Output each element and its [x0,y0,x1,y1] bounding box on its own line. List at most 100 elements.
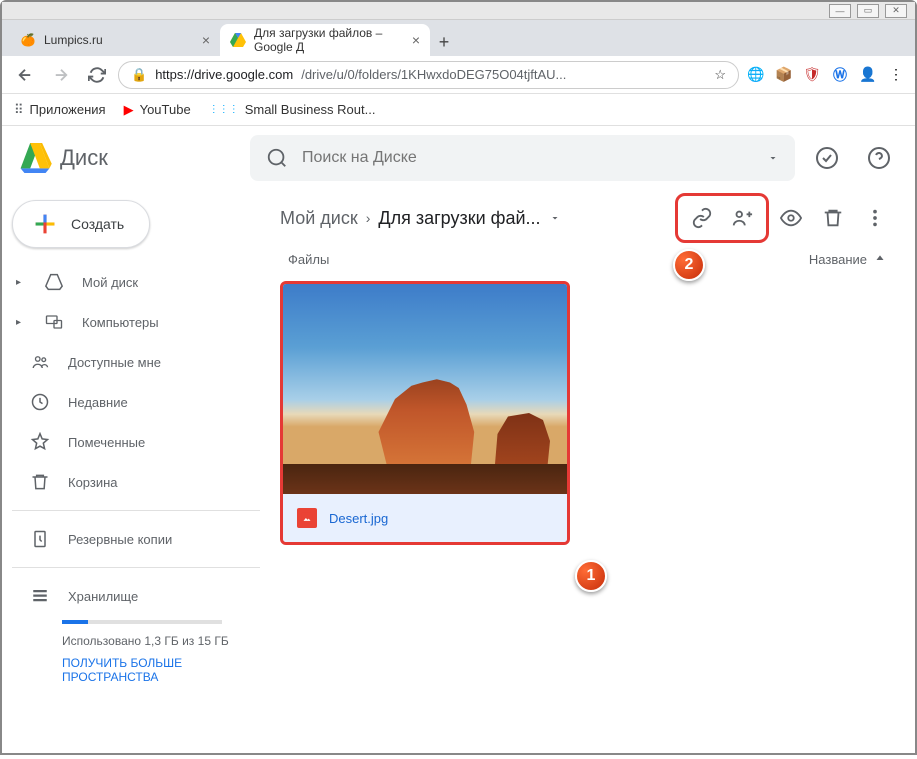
file-action-toolbar [675,193,895,243]
file-card-desert[interactable]: Desert.jpg [280,281,570,545]
extension-cube-icon[interactable]: 📦 [773,64,795,86]
shared-icon [30,353,50,371]
sidebar-item-shared[interactable]: Доступные мне [12,342,260,382]
window-close-button[interactable]: ✕ [885,4,907,18]
window-maximize-button[interactable]: ▭ [857,4,879,18]
help-icon[interactable] [859,138,899,178]
profile-avatar[interactable]: 👤 [857,64,879,86]
expand-arrow-icon[interactable]: ▸ [16,317,26,328]
sort-control[interactable]: Название [809,252,887,267]
annotation-badge-1: 1 [575,560,607,592]
sidebar-item-label: Мой диск [82,275,138,290]
tab-title: Lumpics.ru [44,33,103,47]
sidebar-item-starred[interactable]: Помеченные [12,422,260,462]
expand-arrow-icon[interactable]: ▸ [16,277,26,288]
browser-tab-lumpics[interactable]: 🍊 Lumpics.ru × [10,24,220,56]
storage-upgrade-link[interactable]: ПОЛУЧИТЬ БОЛЬШЕ ПРОСТРАНСТВА [12,656,260,684]
breadcrumb-row: Мой диск › Для загрузки фай... [280,190,895,246]
annotation-highlight-2 [675,193,769,243]
forward-button[interactable] [46,60,76,90]
tab-close-icon[interactable]: × [412,32,420,48]
sort-arrow-up-icon [873,253,887,267]
storage-meter [62,620,222,624]
recent-icon [30,392,50,412]
bookmark-apps[interactable]: ⠿ Приложения [14,102,106,118]
search-icon [266,147,288,169]
url-path: /drive/u/0/folders/1KHwxdoDEG75O04tjftAU… [301,67,706,82]
bookmark-label: Приложения [30,102,106,117]
drive-body: Создать ▸ Мой диск ▸ Компьютеры Доступны… [2,190,915,751]
section-header: Файлы Название [280,246,895,273]
storage-used-text: Использовано 1,3 ГБ из 15 ГБ [12,632,260,650]
file-grid: Desert.jpg [280,273,895,553]
window-title-bar: — ▭ ✕ [2,2,915,20]
sidebar-item-storage[interactable]: Хранилище [12,576,260,616]
sidebar-item-mydrive[interactable]: ▸ Мой диск [12,262,260,302]
share-button[interactable] [722,198,762,238]
sidebar-item-label: Корзина [68,475,118,490]
drive-search-box[interactable] [250,135,795,181]
sidebar-item-label: Помеченные [68,435,145,450]
drive-icon [44,273,64,291]
breadcrumb-root[interactable]: Мой диск [280,208,358,229]
browser-menu-icon[interactable]: ⋮ [885,64,907,86]
back-button[interactable] [10,60,40,90]
window-minimize-button[interactable]: — [829,4,851,18]
file-name: Desert.jpg [329,511,388,526]
sidebar-divider [12,510,260,511]
sidebar-item-recent[interactable]: Недавние [12,382,260,422]
favicon-drive [230,32,246,48]
bookmarks-bar: ⠿ Приложения ▶ YouTube ⋮⋮⋮ Small Busines… [2,94,915,126]
browser-toolbar: 🔒 https://drive.google.com/drive/u/0/fol… [2,56,915,94]
drive-sidebar: Создать ▸ Мой диск ▸ Компьютеры Доступны… [2,190,260,751]
ready-offline-icon[interactable] [807,138,847,178]
url-host: https://drive.google.com [155,67,293,82]
drive-logo[interactable]: Диск [18,143,238,173]
bookmark-label: Small Business Rout... [245,102,376,117]
sidebar-divider [12,567,260,568]
sidebar-item-backups[interactable]: Резервные копии [12,519,260,559]
bookmark-star-icon[interactable]: ☆ [714,67,726,83]
lock-icon: 🔒 [131,67,147,83]
chevron-right-icon: › [366,210,371,226]
sidebar-item-label: Хранилище [68,589,138,604]
sort-label: Название [809,252,867,267]
apps-grid-icon: ⠿ [14,102,24,118]
browser-window: — ▭ ✕ 🍊 Lumpics.ru × Для загрузки файлов… [0,0,917,755]
sidebar-item-label: Доступные мне [68,355,161,370]
create-button-label: Создать [71,216,124,232]
file-footer: Desert.jpg [283,494,567,542]
tab-close-icon[interactable]: × [202,32,210,48]
breadcrumb-dropdown-icon[interactable] [549,212,561,224]
file-thumbnail [283,284,567,494]
section-files-label: Файлы [288,252,329,267]
breadcrumb: Мой диск › Для загрузки фай... [280,208,561,229]
get-link-button[interactable] [682,198,722,238]
extension-w-icon[interactable]: Ⓦ [829,64,851,86]
drive-logo-icon [18,143,52,173]
youtube-icon: ▶ [124,102,134,118]
extension-globe-icon[interactable]: 🌐 [745,64,767,86]
more-actions-button[interactable] [855,198,895,238]
reload-button[interactable] [82,60,112,90]
storage-meter-fill [62,620,88,624]
bookmark-label: YouTube [140,102,191,117]
bookmark-youtube[interactable]: ▶ YouTube [124,102,191,118]
sidebar-item-trash[interactable]: Корзина [12,462,260,502]
sidebar-item-computers[interactable]: ▸ Компьютеры [12,302,260,342]
new-tab-button[interactable]: + [430,28,458,56]
browser-tab-drive[interactable]: Для загрузки файлов – Google Д × [220,24,430,56]
delete-button[interactable] [813,198,853,238]
preview-button[interactable] [771,198,811,238]
breadcrumb-current[interactable]: Для загрузки фай... [378,208,540,229]
bookmark-favicon: ⋮⋮⋮ [209,104,239,115]
create-button[interactable]: Создать [12,200,150,248]
address-bar[interactable]: 🔒 https://drive.google.com/drive/u/0/fol… [118,61,739,89]
extension-shield-icon[interactable]: 🛡 [801,64,823,86]
drive-search-input[interactable] [302,149,753,167]
image-file-icon [297,508,317,528]
bookmark-smb[interactable]: ⋮⋮⋮ Small Business Rout... [209,102,376,117]
tab-title: Для загрузки файлов – Google Д [254,26,404,54]
search-dropdown-icon[interactable] [767,152,779,164]
backup-icon [30,529,50,549]
